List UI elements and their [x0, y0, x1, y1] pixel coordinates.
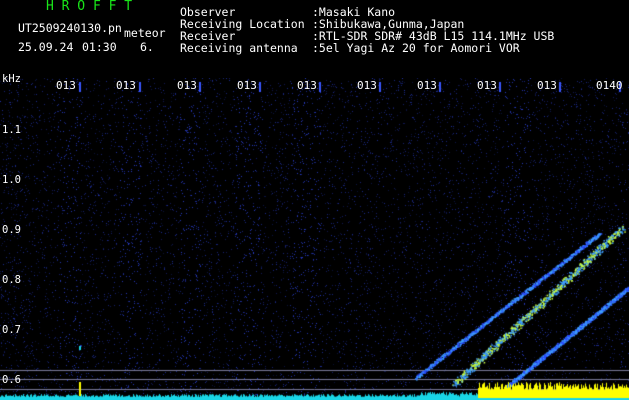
file-name: UT2509240130.pn: [18, 21, 122, 35]
spectrogram-window: H R O F F T UT2509240130.pn meteor 25.09…: [0, 0, 629, 400]
spectrogram-plot: [0, 78, 629, 400]
count-label: 6.: [140, 40, 154, 54]
app-logo: H R O F F T: [46, 0, 133, 14]
header-panel: H R O F F T UT2509240130.pn meteor 25.09…: [0, 0, 629, 78]
info-value-antenna: :5el Yagi Az 20 for Aomori VOR: [312, 41, 520, 55]
time-label: 01:30: [82, 40, 117, 54]
info-label-antenna: Receiving antenna: [180, 41, 298, 55]
date-label: 25.09.24: [18, 40, 74, 54]
mode-label: meteor: [124, 26, 166, 40]
